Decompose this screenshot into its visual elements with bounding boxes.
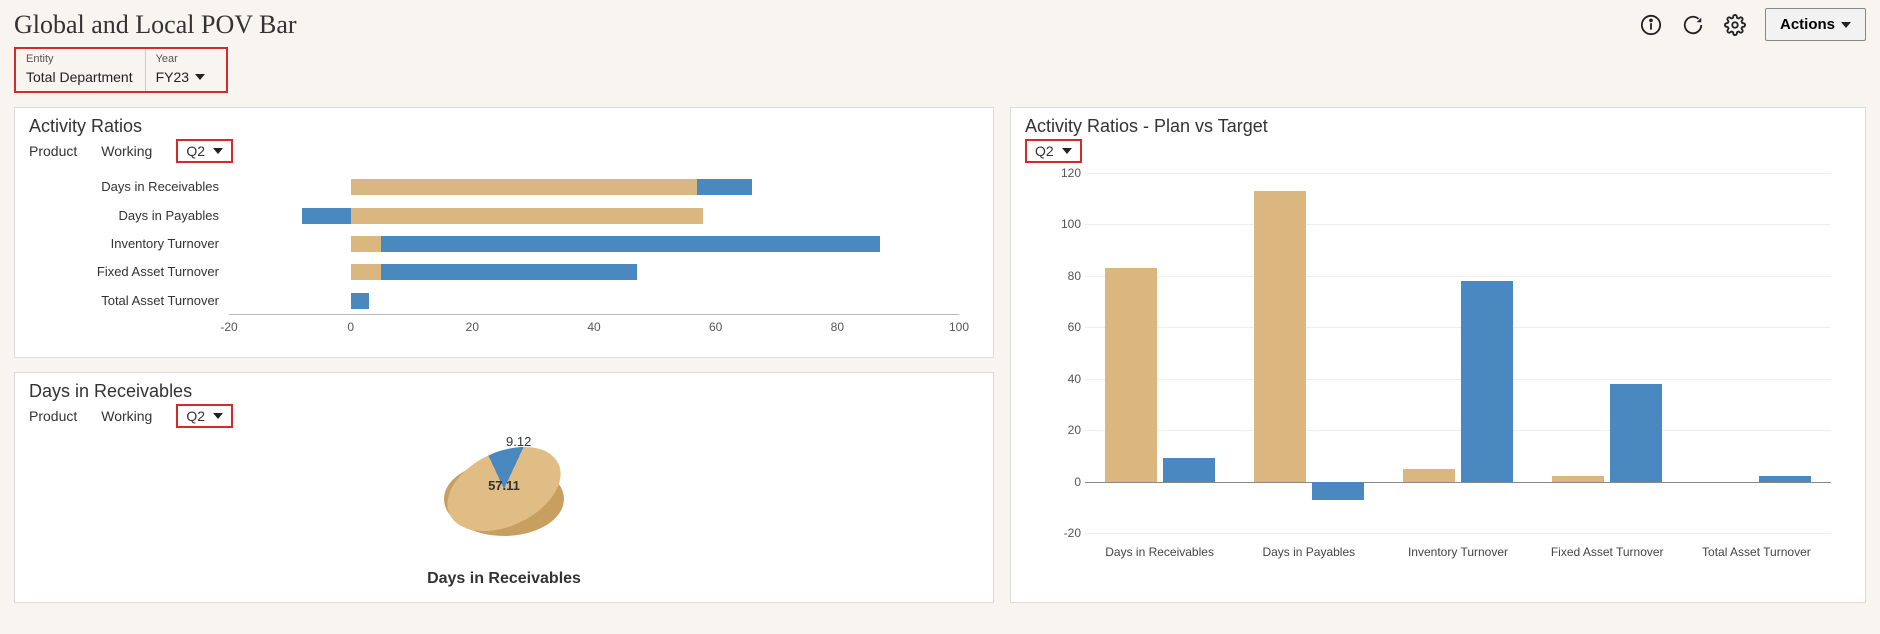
chart-bar-segment [351,179,698,195]
chart-x-tick: -20 [220,320,237,334]
chart-bar-group: Days in Payables [1244,173,1374,533]
left-column: Activity Ratios Product Working Q2 -20 0 2… [14,107,994,603]
chart-x-label: Days in Payables [1239,545,1379,559]
page-title: Global and Local POV Bar [14,10,1639,40]
chart-y-tick: 120 [1041,166,1081,180]
gear-icon[interactable] [1723,13,1747,37]
chart-x-label: Total Asset Turnover [1686,545,1826,559]
chart-category-label: Total Asset Turnover [29,293,219,308]
chart-bar-segment [351,264,381,280]
chart-bar [1163,458,1215,481]
chevron-down-icon [1062,148,1072,154]
dashboard: Activity Ratios Product Working Q2 -20 0 2… [0,93,1880,617]
pov-period-value: Q2 [186,408,205,424]
pov-period-select[interactable]: Q2 [176,139,233,163]
chart-y-tick: 60 [1041,320,1081,334]
header: Global and Local POV Bar Actions [0,0,1880,41]
pov-product[interactable]: Product [29,408,77,424]
chart-bar [1312,482,1364,500]
chart-bar [1105,268,1157,481]
chart-y-tick: -20 [1041,526,1081,540]
chart-category-label: Days in Payables [29,208,219,223]
chevron-down-icon [1841,22,1851,28]
panel-days-receivables: Days in Receivables Product Working Q2 9… [14,372,994,603]
pov-period-value: Q2 [186,143,205,159]
pov-year-label: Year [156,53,214,65]
chart-y-tick: 100 [1041,217,1081,231]
pov-working[interactable]: Working [101,143,152,159]
chart-bar-segment [351,293,369,309]
chart-x-tick: 60 [709,320,722,334]
pov-entity-label: Entity [26,53,133,65]
chart-bar [1552,476,1604,481]
chart-y-tick: 0 [1041,475,1081,489]
pov-period-value: Q2 [1035,143,1054,159]
local-pov-bar: Product Working Q2 [29,404,979,428]
receivables-pie-chart: 9.12 57.11 Days in Receivables [29,438,979,588]
chart-x-label: Fixed Asset Turnover [1537,545,1677,559]
chart-bar-segment [351,208,704,224]
pov-period-select[interactable]: Q2 [1025,139,1082,163]
chart-bar-segment [351,236,381,252]
pov-entity[interactable]: Entity Total Department [16,49,146,91]
pov-year-value: FY23 [156,69,189,85]
chart-x-tick: 0 [347,320,354,334]
actions-button[interactable]: Actions [1765,8,1866,41]
activity-ratios-chart: -20 0 20 40 60 80 100 Days in Receivables Days … [29,173,979,343]
chart-bar-segment [697,179,752,195]
pov-period-select[interactable]: Q2 [176,404,233,428]
panel-title: Days in Receivables [29,381,979,402]
chart-y-tick: 80 [1041,269,1081,283]
pov-entity-value: Total Department [26,69,133,85]
header-toolbar: Actions [1639,8,1866,41]
chart-x-label: Inventory Turnover [1388,545,1528,559]
chart-x-label: Days in Receivables [1090,545,1230,559]
chart-bar-group: Days in Receivables [1095,173,1225,533]
panel-plan-vs-target: Activity Ratios - Plan vs Target Q2 -20 0… [1010,107,1866,603]
chart-bar [1403,469,1455,482]
panel-title: Activity Ratios [29,116,979,137]
chart-x-tick: 100 [949,320,969,334]
chart-bar-segment [381,236,880,252]
chevron-down-icon [213,413,223,419]
chart-category-label: Fixed Asset Turnover [29,264,219,279]
chart-bar [1759,476,1811,481]
right-column: Activity Ratios - Plan vs Target Q2 -20 0… [1010,107,1866,603]
chart-bar-segment [381,264,637,280]
actions-label: Actions [1780,16,1835,33]
chart-category-label: Inventory Turnover [29,236,219,251]
pie-caption: Days in Receivables [427,570,581,588]
chart-bar-group: Fixed Asset Turnover [1542,173,1672,533]
chart-bar [1461,281,1513,482]
chart-y-tick: 40 [1041,372,1081,386]
pov-product[interactable]: Product [29,143,77,159]
pov-year[interactable]: Year FY23 [146,49,226,91]
pov-working[interactable]: Working [101,408,152,424]
local-pov-bar: Product Working Q2 [29,139,979,163]
panel-activity-ratios: Activity Ratios Product Working Q2 -20 0 2… [14,107,994,358]
chart-bar [1254,191,1306,482]
info-icon[interactable] [1639,13,1663,37]
chart-bar [1610,384,1662,482]
chart-bar-group: Total Asset Turnover [1691,173,1821,533]
pie-slice-label: 9.12 [506,434,531,449]
chart-x-tick: 80 [831,320,844,334]
refresh-icon[interactable] [1681,13,1705,37]
pie-center-label: 57.11 [444,478,564,493]
chart-x-tick: 20 [466,320,479,334]
panel-title: Activity Ratios - Plan vs Target [1025,116,1851,137]
chart-category-label: Days in Receivables [29,179,219,194]
global-pov-bar: Entity Total Department Year FY23 [14,47,228,93]
plan-vs-target-chart: -20020406080100120Days in ReceivablesDay… [1025,173,1851,573]
local-pov-bar: Q2 [1025,139,1851,163]
chart-bar-segment [302,208,351,224]
chart-bar-group: Inventory Turnover [1393,173,1523,533]
chevron-down-icon [195,74,205,80]
chart-y-tick: 20 [1041,423,1081,437]
chevron-down-icon [213,148,223,154]
chart-x-tick: 40 [587,320,600,334]
